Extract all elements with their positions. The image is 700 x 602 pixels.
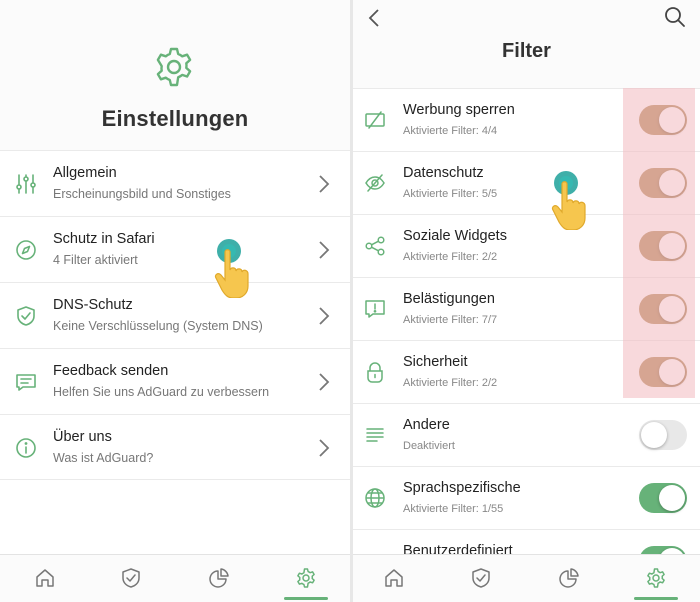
ad-block-icon bbox=[365, 111, 385, 129]
filter-item-ads[interactable]: Werbung sperren Aktivierte Filter: 4/4 bbox=[353, 88, 700, 151]
filter-title: Belästigungen bbox=[403, 291, 495, 307]
settings-item-dns[interactable]: DNS-Schutz Keine Verschlüsselung (System… bbox=[0, 282, 350, 348]
share-icon bbox=[365, 236, 385, 256]
filter-title: Werbung sperren bbox=[403, 102, 515, 118]
item-subtitle: Helfen Sie uns AdGuard zu verbessern bbox=[53, 385, 270, 399]
sliders-icon bbox=[16, 174, 36, 194]
page-title: Einstellungen bbox=[101, 106, 249, 131]
tab-bar bbox=[0, 554, 350, 602]
filter-subtitle: Deaktiviert bbox=[403, 440, 455, 452]
filter-toggle[interactable] bbox=[639, 483, 687, 513]
filter-subtitle: Aktivierte Filter: 4/4 bbox=[403, 125, 498, 137]
alert-message-icon bbox=[365, 300, 385, 318]
chevron-right-icon bbox=[319, 373, 330, 391]
settings-screen: Einstellungen Allgemein Erscheinungsbild… bbox=[0, 0, 350, 602]
chevron-right-icon bbox=[319, 307, 330, 325]
item-subtitle: Was ist AdGuard? bbox=[53, 451, 154, 465]
eye-slash-icon bbox=[365, 174, 385, 192]
filter-subtitle: Aktivierte Filter: 2/2 bbox=[403, 377, 498, 389]
shield-check-icon[interactable] bbox=[470, 567, 492, 589]
shield-check-icon[interactable] bbox=[120, 567, 142, 589]
filter-toggle[interactable] bbox=[639, 420, 687, 450]
settings-item-safari[interactable]: Schutz in Safari 4 Filter aktiviert bbox=[0, 216, 350, 282]
settings-header: Einstellungen bbox=[0, 0, 350, 150]
toggle-knob bbox=[659, 233, 685, 259]
item-subtitle: Keine Verschlüsselung (System DNS) bbox=[53, 319, 263, 333]
home-icon[interactable] bbox=[383, 567, 405, 589]
settings-item-about[interactable]: Über uns Was ist AdGuard? bbox=[0, 414, 350, 480]
chevron-right-icon bbox=[319, 439, 330, 457]
filter-item-language[interactable]: Sprachspezifische Aktivierte Filter: 1/5… bbox=[353, 466, 700, 529]
toggle-knob bbox=[659, 170, 685, 196]
toggle-knob bbox=[659, 296, 685, 322]
pie-chart-icon[interactable] bbox=[208, 567, 230, 589]
filter-subtitle: Aktivierte Filter: 2/2 bbox=[403, 251, 498, 263]
tap-hand-icon bbox=[551, 171, 586, 230]
toggle-knob bbox=[641, 422, 667, 448]
item-subtitle: Erscheinungsbild und Sonstiges bbox=[53, 187, 231, 201]
filter-header: Filter bbox=[353, 0, 700, 88]
filter-item-privacy[interactable]: Datenschutz Aktivierte Filter: 5/5 bbox=[353, 151, 700, 214]
filter-subtitle: Aktivierte Filter: 7/7 bbox=[403, 314, 498, 326]
toggle-knob bbox=[659, 485, 685, 511]
filter-screen: Filter Werbung sperren Aktivierte Filter… bbox=[353, 0, 700, 602]
filter-item-social[interactable]: Soziale Widgets Aktivierte Filter: 2/2 bbox=[353, 214, 700, 277]
filter-title: Sicherheit bbox=[403, 354, 468, 370]
page-title: Filter bbox=[502, 40, 551, 62]
chevron-right-icon bbox=[319, 175, 330, 193]
chevron-right-icon bbox=[319, 241, 330, 259]
item-title: Über uns bbox=[53, 429, 112, 445]
compass-icon bbox=[16, 240, 36, 260]
gear-icon[interactable] bbox=[645, 567, 667, 589]
item-subtitle: 4 Filter aktiviert bbox=[53, 253, 138, 267]
gear-icon bbox=[156, 47, 192, 87]
lock-icon bbox=[367, 362, 383, 383]
filter-item-annoyances[interactable]: Belästigungen Aktivierte Filter: 7/7 bbox=[353, 277, 700, 340]
filter-toggle[interactable] bbox=[639, 168, 687, 198]
back-chevron-icon[interactable] bbox=[367, 8, 381, 28]
shield-icon bbox=[17, 306, 35, 326]
item-title: Schutz in Safari bbox=[53, 231, 155, 247]
filter-item-security[interactable]: Sicherheit Aktivierte Filter: 2/2 bbox=[353, 340, 700, 403]
filter-toggle[interactable] bbox=[639, 105, 687, 135]
filter-title: Datenschutz bbox=[403, 165, 484, 181]
tab-bar bbox=[353, 554, 700, 602]
filter-subtitle: Aktivierte Filter: 5/5 bbox=[403, 188, 498, 200]
filter-title: Soziale Widgets bbox=[403, 228, 507, 244]
item-title: Feedback senden bbox=[53, 363, 169, 379]
message-icon bbox=[16, 374, 36, 391]
pie-chart-icon[interactable] bbox=[558, 567, 580, 589]
filter-subtitle: Aktivierte Filter: 1/55 bbox=[403, 503, 504, 515]
search-icon[interactable] bbox=[664, 6, 686, 28]
filter-toggle[interactable] bbox=[639, 231, 687, 261]
settings-item-feedback[interactable]: Feedback senden Helfen Sie uns AdGuard z… bbox=[0, 348, 350, 414]
gear-icon[interactable] bbox=[295, 567, 317, 589]
home-icon[interactable] bbox=[34, 567, 56, 589]
filter-toggle[interactable] bbox=[639, 294, 687, 324]
filter-item-other[interactable]: Andere Deaktiviert bbox=[353, 403, 700, 466]
info-icon bbox=[16, 438, 36, 458]
filter-toggle[interactable] bbox=[639, 357, 687, 387]
tap-hand-icon bbox=[214, 239, 249, 298]
filter-title: Andere bbox=[403, 417, 450, 433]
globe-icon bbox=[365, 488, 385, 508]
filter-title: Sprachspezifische bbox=[403, 480, 521, 496]
item-title: Allgemein bbox=[53, 165, 117, 181]
toggle-knob bbox=[659, 107, 685, 133]
settings-item-general[interactable]: Allgemein Erscheinungsbild und Sonstiges bbox=[0, 150, 350, 216]
active-tab-indicator bbox=[634, 597, 678, 600]
active-tab-indicator bbox=[284, 597, 328, 600]
item-title: DNS-Schutz bbox=[53, 297, 133, 313]
toggle-knob bbox=[659, 359, 685, 385]
list-icon bbox=[366, 428, 384, 442]
